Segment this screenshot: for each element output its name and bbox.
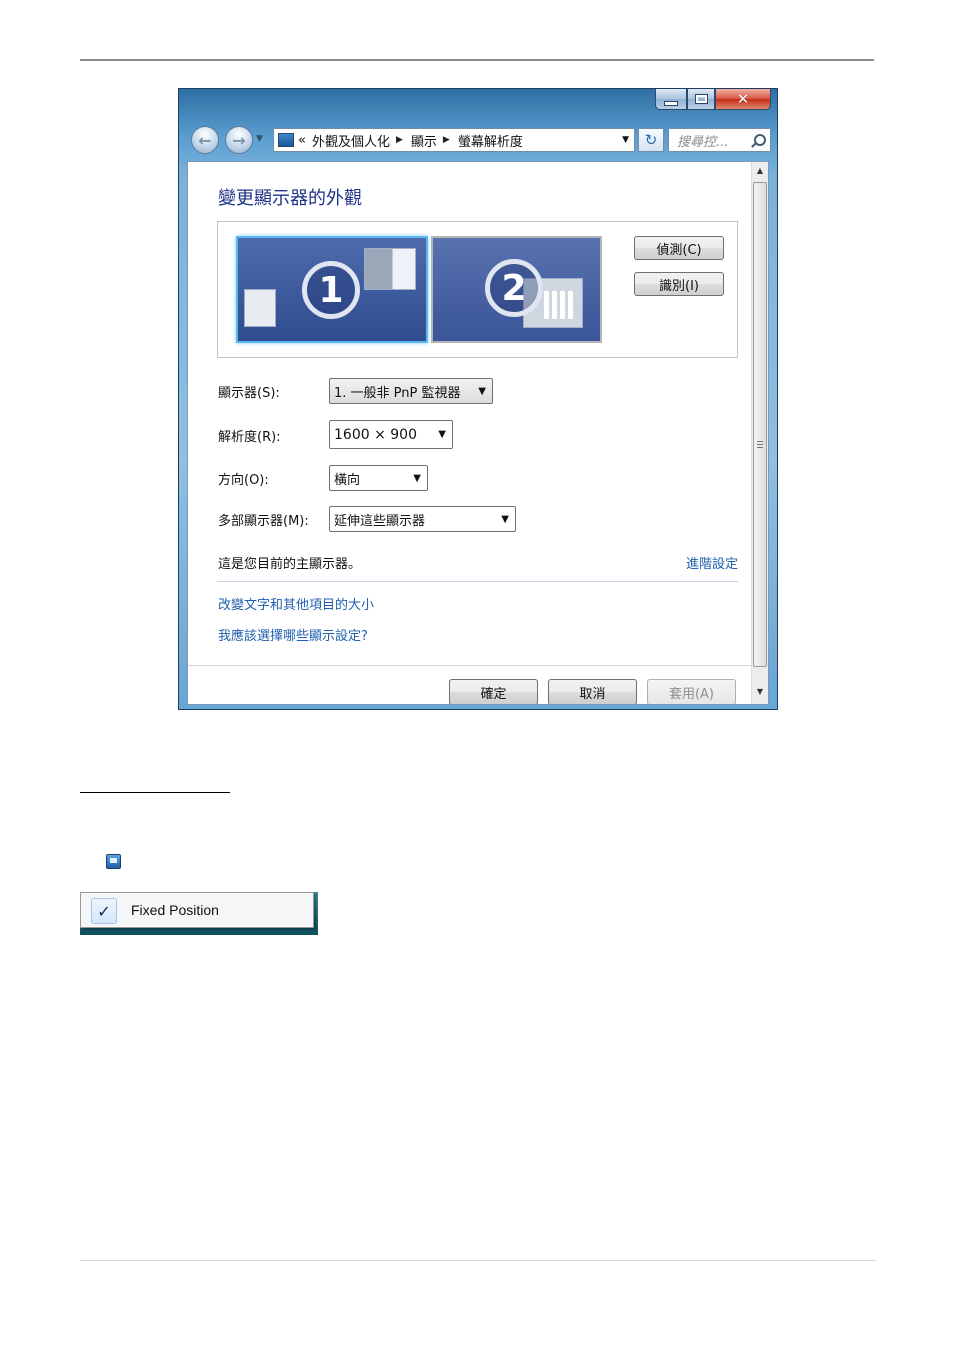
back-arrow-icon: ← [198,130,212,150]
breadcrumb-screen-resolution[interactable]: 螢幕解析度 [458,131,523,150]
apply-button[interactable]: 套用(A) [647,679,736,704]
search-box[interactable]: 搜尋控... [668,128,771,152]
header-rule [80,59,874,61]
close-icon: ✕ [736,89,750,108]
context-menu-screenshot: ✓ Fixed Position [80,892,318,935]
scroll-down-icon[interactable]: ▼ [752,683,768,700]
minimize-button[interactable] [655,89,687,110]
ok-button[interactable]: 確定 [449,679,538,704]
forward-button[interactable]: → [225,126,253,154]
search-icon[interactable] [754,134,766,146]
scroll-up-icon[interactable]: ▲ [752,162,768,179]
calendar-grid [544,291,574,319]
display-value: 1. 一般非 PnP 監視器 [334,385,461,401]
orientation-value: 橫向 [334,472,361,488]
maximize-button[interactable] [687,89,715,110]
address-dropdown-icon[interactable]: ▼ [622,135,629,145]
search-placeholder: 搜尋控... [677,134,729,150]
resolution-select[interactable]: 1600 × 900 ▼ [329,420,453,449]
display-select[interactable]: 1. 一般非 PnP 監視器 ▼ [329,378,493,404]
monitor-number: 2 [485,259,543,317]
monitor-number: 1 [302,261,360,319]
breadcrumb-display[interactable]: 顯示 [411,131,437,150]
maximize-icon [694,94,708,104]
desktop-preview [244,289,276,327]
address-bar[interactable]: « 外觀及個人化 ▶ 顯示 ▶ 螢幕解析度 ▼ [273,128,635,152]
screen-resolution-window: ✕ ← → ▼ « 外觀及個人化 ▶ 顯示 ▶ 螢幕解析度 ▼ ↻ 搜尋控...… [178,88,778,710]
navigation-bar: ← → ▼ « 外觀及個人化 ▶ 顯示 ▶ 螢幕解析度 ▼ ↻ 搜尋控... [189,125,771,155]
content-pane: 變更顯示器的外觀 1 2 偵測(C) 識別(I) 顯示器(S): 1. 一般非 … [187,161,769,705]
resolution-value: 1600 × 900 [334,426,417,443]
computer-icon [278,133,294,147]
dropdown-arrow-icon: ▼ [413,472,421,484]
text-size-link[interactable]: 改變文字和其他項目的大小 [218,594,374,613]
close-button[interactable]: ✕ [715,89,771,110]
detect-button[interactable]: 偵測(C) [634,236,724,260]
dropdown-arrow-icon: ▼ [478,385,486,397]
minimize-icon [664,100,678,106]
display-settings-help-link[interactable]: 我應該選擇哪些顯示設定? [218,625,368,644]
breadcrumb-appearance[interactable]: 外觀及個人化 [312,131,390,150]
window-preview [364,248,416,290]
recent-pages-dropdown[interactable]: ▼ [256,134,263,144]
orientation-label: 方向(O): [218,473,269,488]
footer-rule [80,1260,876,1261]
multiple-displays-select[interactable]: 延伸這些顯示器 ▼ [329,506,516,532]
grip-icon [757,441,763,448]
forward-arrow-icon: → [232,130,246,150]
refresh-button[interactable]: ↻ [638,128,664,152]
caption-buttons: ✕ [655,89,771,111]
fixed-position-menu-item[interactable]: Fixed Position [131,902,219,918]
advanced-settings-link[interactable]: 進階設定 [686,553,738,572]
footer-divider [188,665,753,666]
display-tray-icon[interactable] [106,854,121,869]
cancel-button[interactable]: 取消 [548,679,637,704]
monitor-1-tile[interactable]: 1 [236,236,428,343]
primary-display-status: 這是您目前的主顯示器。 [218,557,362,572]
refresh-icon: ↻ [644,131,658,149]
checkmark-icon: ✓ [91,898,117,924]
dropdown-arrow-icon: ▼ [438,429,446,440]
multiple-displays-value: 延伸這些顯示器 [334,513,426,529]
breadcrumb-overflow[interactable]: « [298,133,306,148]
breadcrumb-separator-icon[interactable]: ▶ [443,135,450,145]
page-title: 變更顯示器的外觀 [218,188,362,209]
vertical-scrollbar[interactable]: ▲ ▼ [751,162,768,704]
monitor-arrangement: 1 2 偵測(C) 識別(I) [217,221,738,358]
scroll-thumb[interactable] [753,182,767,667]
multiple-displays-label: 多部顯示器(M): [218,514,309,529]
divider [217,581,738,582]
identify-button[interactable]: 識別(I) [634,272,724,296]
monitor-2-tile[interactable]: 2 [431,236,602,343]
orientation-select[interactable]: 橫向 ▼ [329,465,428,491]
display-label: 顯示器(S): [218,386,280,401]
back-button[interactable]: ← [191,126,219,154]
context-menu: ✓ Fixed Position [80,892,314,928]
section-rule [80,792,230,793]
resolution-label: 解析度(R): [218,430,281,445]
breadcrumb-separator-icon[interactable]: ▶ [396,135,403,145]
dropdown-arrow-icon: ▼ [501,513,509,525]
